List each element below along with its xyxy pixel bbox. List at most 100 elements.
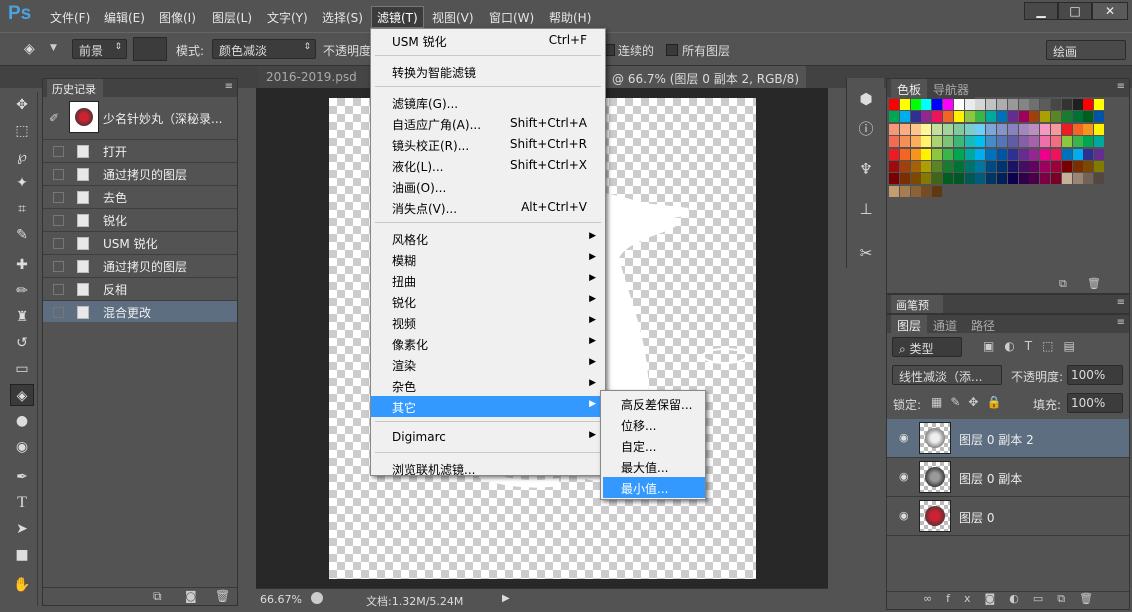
color-swatch[interactable] (986, 111, 997, 123)
color-swatch[interactable] (1083, 148, 1094, 160)
tab-channels[interactable]: 通道 (927, 315, 964, 333)
color-swatch[interactable] (997, 161, 1007, 172)
color-swatch[interactable] (953, 161, 964, 172)
filter-menu-item[interactable]: 其它 ▶ (371, 396, 605, 417)
color-swatch[interactable] (899, 173, 910, 185)
filter-menu-item[interactable]: 消失点(V)... Alt+Ctrl+V (371, 197, 605, 218)
color-swatch[interactable] (975, 173, 986, 185)
clone-source-icon[interactable]: ⊥ (855, 198, 877, 220)
color-swatch[interactable] (943, 136, 953, 148)
color-swatch[interactable] (964, 99, 975, 110)
color-swatch[interactable] (943, 111, 953, 123)
layer-row[interactable]: ◉ 图层 0 副本 2 (887, 419, 1129, 458)
filter-menu-item[interactable]: 像素化 ▶ (371, 333, 605, 354)
color-swatch[interactable] (964, 123, 975, 135)
color-swatch[interactable] (1051, 123, 1061, 135)
color-swatch[interactable] (1018, 136, 1029, 148)
mode-dropdown[interactable]: 颜色减淡 ⇕ (212, 39, 316, 59)
history-source-checkbox[interactable] (53, 215, 64, 226)
color-swatch[interactable] (986, 99, 997, 110)
healing-brush-icon[interactable]: ✚ (10, 254, 34, 276)
history-item[interactable]: 通过拷贝的图层 (43, 162, 237, 184)
history-item[interactable]: USM 锐化 (43, 231, 237, 253)
color-swatch[interactable] (899, 123, 910, 135)
color-swatch[interactable] (889, 161, 899, 172)
history-snapshot[interactable]: ✐ 少名针妙丸（深秘录... (43, 99, 237, 137)
status-icon[interactable] (311, 592, 323, 604)
color-swatch[interactable] (921, 136, 932, 148)
color-swatch[interactable] (1029, 111, 1040, 123)
filter-menu-item[interactable]: 镜头校正(R)... Shift+Ctrl+R (371, 134, 605, 155)
color-swatch[interactable] (975, 123, 986, 135)
paint-bucket-icon[interactable]: ◈ (24, 41, 44, 59)
color-swatch[interactable] (1029, 148, 1040, 160)
color-swatch[interactable] (975, 148, 986, 160)
color-swatch[interactable] (1018, 111, 1029, 123)
color-swatch[interactable] (921, 185, 932, 197)
color-swatch[interactable] (997, 136, 1007, 148)
color-swatch[interactable] (889, 173, 899, 185)
other-submenu-item[interactable]: 自定... (603, 435, 705, 456)
color-swatch[interactable] (1083, 99, 1094, 110)
tab-brush-presets[interactable]: 画笔预设 (891, 295, 943, 328)
color-swatch[interactable] (953, 111, 964, 123)
color-swatch[interactable] (1083, 136, 1094, 148)
rectangle-tool-icon[interactable]: ■ (10, 544, 34, 566)
color-swatch[interactable] (1094, 123, 1105, 135)
color-swatch[interactable] (1007, 173, 1018, 185)
tab-navigator[interactable]: 导航器 (927, 79, 976, 99)
filter-menu-item[interactable]: 自适应广角(A)... Shift+Ctrl+A (371, 113, 605, 134)
color-swatch[interactable] (1072, 136, 1083, 148)
color-swatch[interactable] (932, 185, 943, 197)
filter-menu-item[interactable]: 锐化 ▶ (371, 291, 605, 312)
color-swatch[interactable] (899, 161, 910, 172)
type-tool-icon[interactable]: T (10, 492, 34, 514)
color-swatch[interactable] (1051, 173, 1061, 185)
color-swatch[interactable] (1051, 161, 1061, 172)
color-swatch[interactable] (932, 136, 943, 148)
color-swatch[interactable] (889, 185, 899, 197)
pattern-picker[interactable] (133, 37, 167, 61)
menu-layer[interactable]: 图层(L) (212, 9, 252, 26)
color-swatch[interactable] (986, 136, 997, 148)
camera-icon[interactable]: ◙ (185, 589, 197, 603)
brush-presets-icon[interactable]: ♆ (855, 158, 877, 180)
layer-row[interactable]: ◉ 图层 0 副本 (887, 458, 1129, 497)
eye-icon[interactable]: ◉ (899, 431, 909, 444)
panel-menu-icon[interactable]: ≡ (1117, 317, 1125, 328)
color-swatch[interactable] (943, 148, 953, 160)
menu-help[interactable]: 帮助(H) (549, 9, 591, 26)
color-swatch[interactable] (1018, 99, 1029, 110)
color-swatch[interactable] (953, 148, 964, 160)
menu-select[interactable]: 选择(S) (322, 9, 363, 26)
color-swatch[interactable] (932, 123, 943, 135)
color-swatch[interactable] (943, 99, 953, 110)
color-swatch[interactable] (1094, 161, 1105, 172)
color-swatch[interactable] (953, 99, 964, 110)
history-source-checkbox[interactable] (53, 307, 64, 318)
color-swatch[interactable] (1040, 99, 1051, 110)
color-swatch[interactable] (943, 173, 953, 185)
color-swatch[interactable] (899, 185, 910, 197)
other-submenu-item[interactable]: 最小值... (603, 477, 705, 498)
color-swatch[interactable] (1094, 111, 1105, 123)
color-swatch[interactable] (1061, 111, 1072, 123)
color-swatch[interactable] (932, 173, 943, 185)
trash-icon[interactable]: 🗑 (1087, 277, 1101, 290)
color-swatch[interactable] (986, 161, 997, 172)
color-swatch[interactable] (1007, 123, 1018, 135)
color-swatch[interactable] (921, 123, 932, 135)
fill-source-dropdown[interactable]: 前景 ⇕ (72, 39, 127, 59)
filter-kind-dropdown[interactable]: ⌕ 类型 (892, 337, 962, 357)
color-swatch[interactable] (1029, 99, 1040, 110)
color-swatch[interactable] (1040, 111, 1051, 123)
color-swatch[interactable] (975, 99, 986, 110)
color-swatch[interactable] (943, 161, 953, 172)
color-swatch[interactable] (986, 173, 997, 185)
color-swatch[interactable] (1007, 99, 1018, 110)
history-source-checkbox[interactable] (53, 146, 64, 157)
color-swatch[interactable] (899, 99, 910, 110)
history-item[interactable]: 去色 (43, 185, 237, 207)
history-item[interactable]: 反相 (43, 277, 237, 299)
history-brush-icon[interactable]: ↺ (10, 332, 34, 354)
